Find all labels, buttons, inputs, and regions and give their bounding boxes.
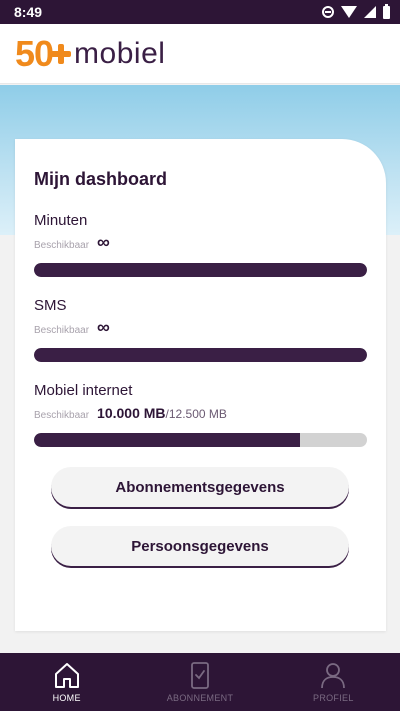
nav-label: ABONNEMENT [166,693,234,703]
usage-internet: Mobiel internet Beschikbaar 10.000 MB /1… [34,382,367,447]
usage-minutes: Minuten Beschikbaar ∞ [34,212,367,277]
infinity-value: ∞ [97,232,110,252]
personal-details-button[interactable]: Persoonsgegevens [51,526,349,566]
app-header: 50 mobiel [0,24,400,84]
nav-label: HOME [52,693,81,703]
usage-label: Minuten [34,212,88,229]
logo-word: mobiel [74,36,166,70]
dashboard-card: Mijn dashboard Minuten Beschikbaar ∞ SMS… [15,139,386,631]
signal-icon [364,6,376,18]
status-bar: 8:49 [0,0,400,24]
logo-plus-icon [50,43,72,65]
usage-bar [34,263,367,277]
battery-icon [383,3,390,19]
nav-item-profile[interactable]: PROFIEL [267,653,400,711]
data-total: /12.500 MB [165,407,227,421]
dashboard-title: Mijn dashboard [34,169,168,189]
do-not-disturb-icon [322,6,334,18]
usage-label: Mobiel internet [34,382,133,399]
phone-check-icon [191,662,209,689]
brand-logo[interactable]: 50 mobiel [15,33,165,75]
wifi-icon [341,6,357,18]
logo-number: 50 [15,32,54,74]
available-label: Beschikbaar [34,325,90,336]
status-icons [322,3,390,19]
nav-item-home[interactable]: HOME [0,653,133,711]
infinity-value: ∞ [97,317,110,337]
usage-bar-fill [34,433,301,447]
available-label: Beschikbaar [34,240,90,251]
bottom-nav: HOME ABONNEMENT PROFIEL [0,653,400,711]
subscription-details-button[interactable]: Abonnementsgegevens [51,467,349,507]
usage-bar [34,433,367,447]
usage-label: SMS [34,297,67,314]
user-icon [321,663,346,689]
nav-item-subscription[interactable]: ABONNEMENT [133,653,266,711]
available-label: Beschikbaar [34,410,90,421]
usage-bar-fill [34,263,367,277]
data-remaining: 10.000 MB [97,405,166,421]
usage-sms: SMS Beschikbaar ∞ [34,297,367,362]
home-icon [54,663,79,688]
usage-bar-fill [34,348,367,362]
usage-bar [34,348,367,362]
nav-label: PROFIEL [313,693,354,703]
status-time: 8:49 [14,4,43,20]
